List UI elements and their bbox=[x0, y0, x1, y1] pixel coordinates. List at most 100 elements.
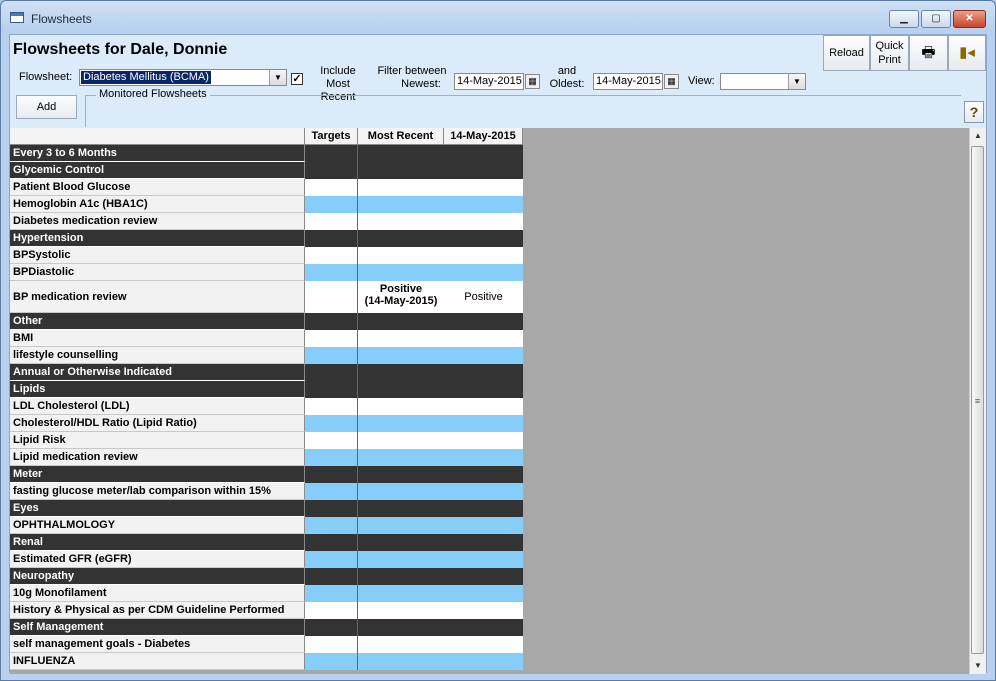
vertical-scrollbar[interactable]: ▲ ≡ ▼ bbox=[969, 128, 986, 674]
most-recent-cell[interactable] bbox=[358, 636, 444, 653]
row-label[interactable]: 10g Monofilament bbox=[10, 585, 305, 602]
date-cell[interactable] bbox=[444, 247, 523, 264]
targets-cell[interactable] bbox=[305, 179, 358, 196]
most-recent-cell[interactable] bbox=[358, 432, 444, 449]
date-cell[interactable] bbox=[444, 517, 523, 534]
minimize-button[interactable]: ▁ bbox=[889, 10, 919, 28]
oldest-calendar-button[interactable]: ▦ bbox=[664, 74, 679, 89]
date-cell[interactable] bbox=[444, 179, 523, 196]
row-label[interactable]: Cholesterol/HDL Ratio (Lipid Ratio) bbox=[10, 415, 305, 432]
include-most-recent-checkbox[interactable]: ✓ bbox=[291, 73, 303, 85]
row-label[interactable]: self management goals - Diabetes bbox=[10, 636, 305, 653]
date-cell[interactable] bbox=[444, 196, 523, 213]
date-cell[interactable] bbox=[444, 568, 523, 585]
most-recent-cell[interactable] bbox=[358, 585, 444, 602]
date-cell[interactable] bbox=[444, 381, 523, 398]
date-cell[interactable] bbox=[444, 264, 523, 281]
most-recent-cell[interactable]: Positive (14-May-2015) bbox=[358, 281, 444, 313]
row-label[interactable]: Eyes bbox=[10, 500, 305, 517]
date-cell[interactable] bbox=[444, 619, 523, 636]
header-most-recent[interactable]: Most Recent bbox=[358, 128, 444, 145]
date-cell[interactable] bbox=[444, 551, 523, 568]
targets-cell[interactable] bbox=[305, 381, 358, 398]
view-select[interactable]: ▼ bbox=[720, 73, 806, 90]
print-button[interactable]: 🖶 bbox=[909, 35, 948, 71]
targets-cell[interactable] bbox=[305, 449, 358, 466]
most-recent-cell[interactable] bbox=[358, 653, 444, 670]
date-cell[interactable] bbox=[444, 213, 523, 230]
most-recent-cell[interactable] bbox=[358, 517, 444, 534]
most-recent-cell[interactable] bbox=[358, 483, 444, 500]
flowsheet-select[interactable]: Diabetes Mellitus (BCMA) ▼ bbox=[79, 69, 287, 86]
targets-cell[interactable] bbox=[305, 602, 358, 619]
most-recent-cell[interactable] bbox=[358, 347, 444, 364]
most-recent-cell[interactable] bbox=[358, 162, 444, 179]
date-cell[interactable] bbox=[444, 330, 523, 347]
date-cell[interactable] bbox=[444, 653, 523, 670]
date-cell[interactable] bbox=[444, 415, 523, 432]
targets-cell[interactable] bbox=[305, 636, 358, 653]
date-cell[interactable] bbox=[444, 313, 523, 330]
date-cell[interactable] bbox=[444, 449, 523, 466]
most-recent-cell[interactable] bbox=[358, 602, 444, 619]
row-label[interactable]: Hypertension bbox=[10, 230, 305, 247]
targets-cell[interactable] bbox=[305, 398, 358, 415]
targets-cell[interactable] bbox=[305, 330, 358, 347]
targets-cell[interactable] bbox=[305, 230, 358, 247]
row-label[interactable]: Other bbox=[10, 313, 305, 330]
date-cell[interactable] bbox=[444, 364, 523, 381]
scroll-down-icon[interactable]: ▼ bbox=[970, 658, 986, 674]
date-cell[interactable]: Positive bbox=[444, 281, 523, 313]
scrollbar-thumb[interactable]: ≡ bbox=[971, 146, 984, 654]
row-label[interactable]: Glycemic Control bbox=[10, 162, 305, 179]
targets-cell[interactable] bbox=[305, 145, 358, 162]
date-cell[interactable] bbox=[444, 466, 523, 483]
date-cell[interactable] bbox=[444, 500, 523, 517]
date-cell[interactable] bbox=[444, 585, 523, 602]
targets-cell[interactable] bbox=[305, 466, 358, 483]
targets-cell[interactable] bbox=[305, 264, 358, 281]
row-label[interactable]: BPSystolic bbox=[10, 247, 305, 264]
chevron-down-icon[interactable]: ▼ bbox=[788, 74, 805, 89]
row-label[interactable]: Annual or Otherwise Indicated bbox=[10, 364, 305, 381]
row-label[interactable]: LDL Cholesterol (LDL) bbox=[10, 398, 305, 415]
row-label[interactable]: Estimated GFR (eGFR) bbox=[10, 551, 305, 568]
targets-cell[interactable] bbox=[305, 551, 358, 568]
targets-cell[interactable] bbox=[305, 653, 358, 670]
row-label[interactable]: Lipid medication review bbox=[10, 449, 305, 466]
most-recent-cell[interactable] bbox=[358, 551, 444, 568]
most-recent-cell[interactable] bbox=[358, 179, 444, 196]
row-label[interactable]: Hemoglobin A1c (HBA1C) bbox=[10, 196, 305, 213]
targets-cell[interactable] bbox=[305, 517, 358, 534]
newest-calendar-button[interactable]: ▦ bbox=[525, 74, 540, 89]
targets-cell[interactable] bbox=[305, 162, 358, 179]
row-label[interactable]: Every 3 to 6 Months bbox=[10, 145, 305, 162]
targets-cell[interactable] bbox=[305, 483, 358, 500]
row-label[interactable]: Diabetes medication review bbox=[10, 213, 305, 230]
row-label[interactable]: BMI bbox=[10, 330, 305, 347]
most-recent-cell[interactable] bbox=[358, 466, 444, 483]
targets-cell[interactable] bbox=[305, 196, 358, 213]
most-recent-cell[interactable] bbox=[358, 330, 444, 347]
most-recent-cell[interactable] bbox=[358, 568, 444, 585]
most-recent-cell[interactable] bbox=[358, 619, 444, 636]
most-recent-cell[interactable] bbox=[358, 247, 444, 264]
targets-cell[interactable] bbox=[305, 281, 358, 313]
most-recent-cell[interactable] bbox=[358, 145, 444, 162]
row-label[interactable]: Self Management bbox=[10, 619, 305, 636]
row-label[interactable]: BPDiastolic bbox=[10, 264, 305, 281]
row-label[interactable]: History & Physical as per CDM Guideline … bbox=[10, 602, 305, 619]
quick-print-button[interactable]: Quick Print bbox=[870, 35, 909, 71]
add-button[interactable]: Add bbox=[16, 95, 77, 119]
header-date[interactable]: 14-May-2015 bbox=[444, 128, 523, 145]
row-label[interactable]: INFLUENZA bbox=[10, 653, 305, 670]
most-recent-cell[interactable] bbox=[358, 415, 444, 432]
targets-cell[interactable] bbox=[305, 415, 358, 432]
oldest-date-input[interactable]: 14-May-2015 bbox=[593, 73, 663, 90]
row-label[interactable]: Lipid Risk bbox=[10, 432, 305, 449]
most-recent-cell[interactable] bbox=[358, 213, 444, 230]
date-cell[interactable] bbox=[444, 145, 523, 162]
row-label[interactable]: fasting glucose meter/lab comparison wit… bbox=[10, 483, 305, 500]
targets-cell[interactable] bbox=[305, 364, 358, 381]
targets-cell[interactable] bbox=[305, 500, 358, 517]
